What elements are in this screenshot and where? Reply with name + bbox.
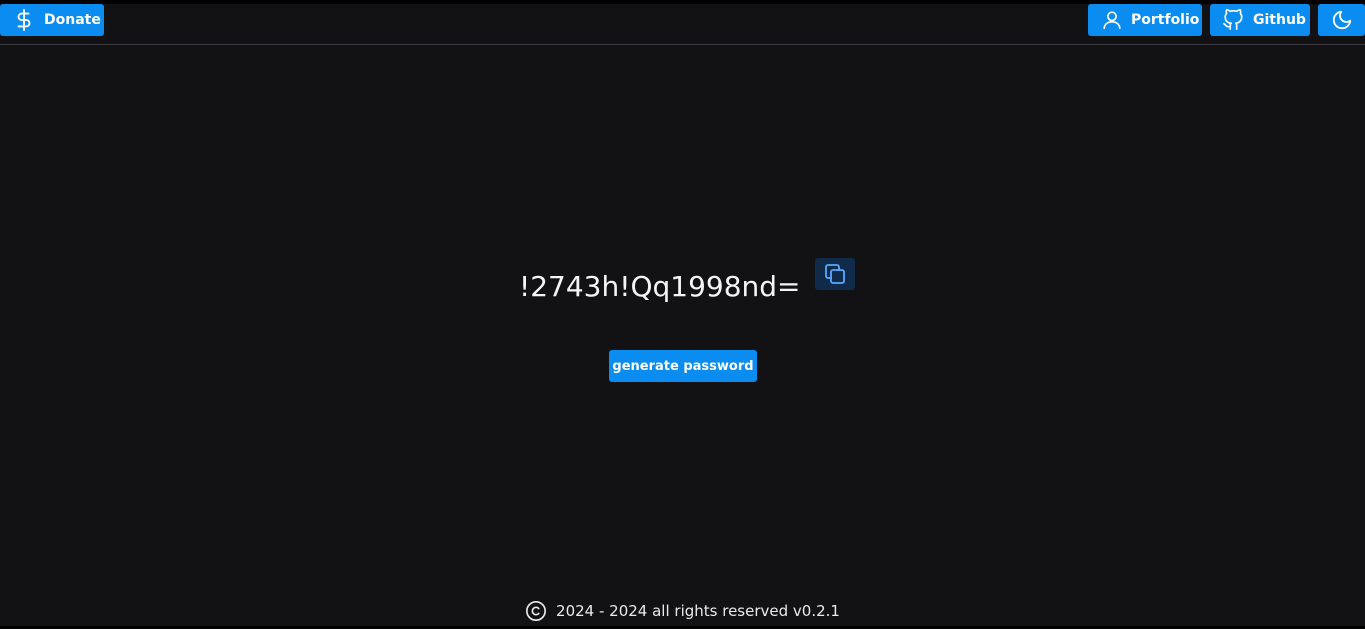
page: Donate Portfolio Github !2743h!Qq1998nd=… — [0, 0, 1365, 629]
donate-label: Donate — [44, 12, 101, 28]
github-icon — [1222, 9, 1244, 31]
copyright-icon — [525, 600, 547, 622]
copy-password-button[interactable] — [815, 258, 855, 290]
portfolio-label: Portfolio — [1131, 12, 1200, 28]
theme-toggle-button[interactable] — [1318, 4, 1365, 36]
footer-text: 2024 - 2024 all rights reserved v0.2.1 — [556, 602, 840, 620]
copy-icon — [823, 262, 847, 286]
header-bar: Donate Portfolio Github — [0, 4, 1365, 45]
github-label: Github — [1253, 12, 1306, 28]
generate-password-button[interactable]: generate password — [609, 350, 757, 382]
donate-button[interactable]: Donate — [0, 4, 104, 36]
user-icon — [1101, 9, 1123, 31]
moon-icon — [1331, 9, 1353, 31]
generated-password: !2743h!Qq1998nd= — [519, 270, 801, 303]
footer: 2024 - 2024 all rights reserved v0.2.1 — [0, 598, 1365, 624]
portfolio-button[interactable]: Portfolio — [1088, 4, 1202, 36]
github-button[interactable]: Github — [1210, 4, 1310, 36]
dollar-icon — [13, 9, 35, 31]
